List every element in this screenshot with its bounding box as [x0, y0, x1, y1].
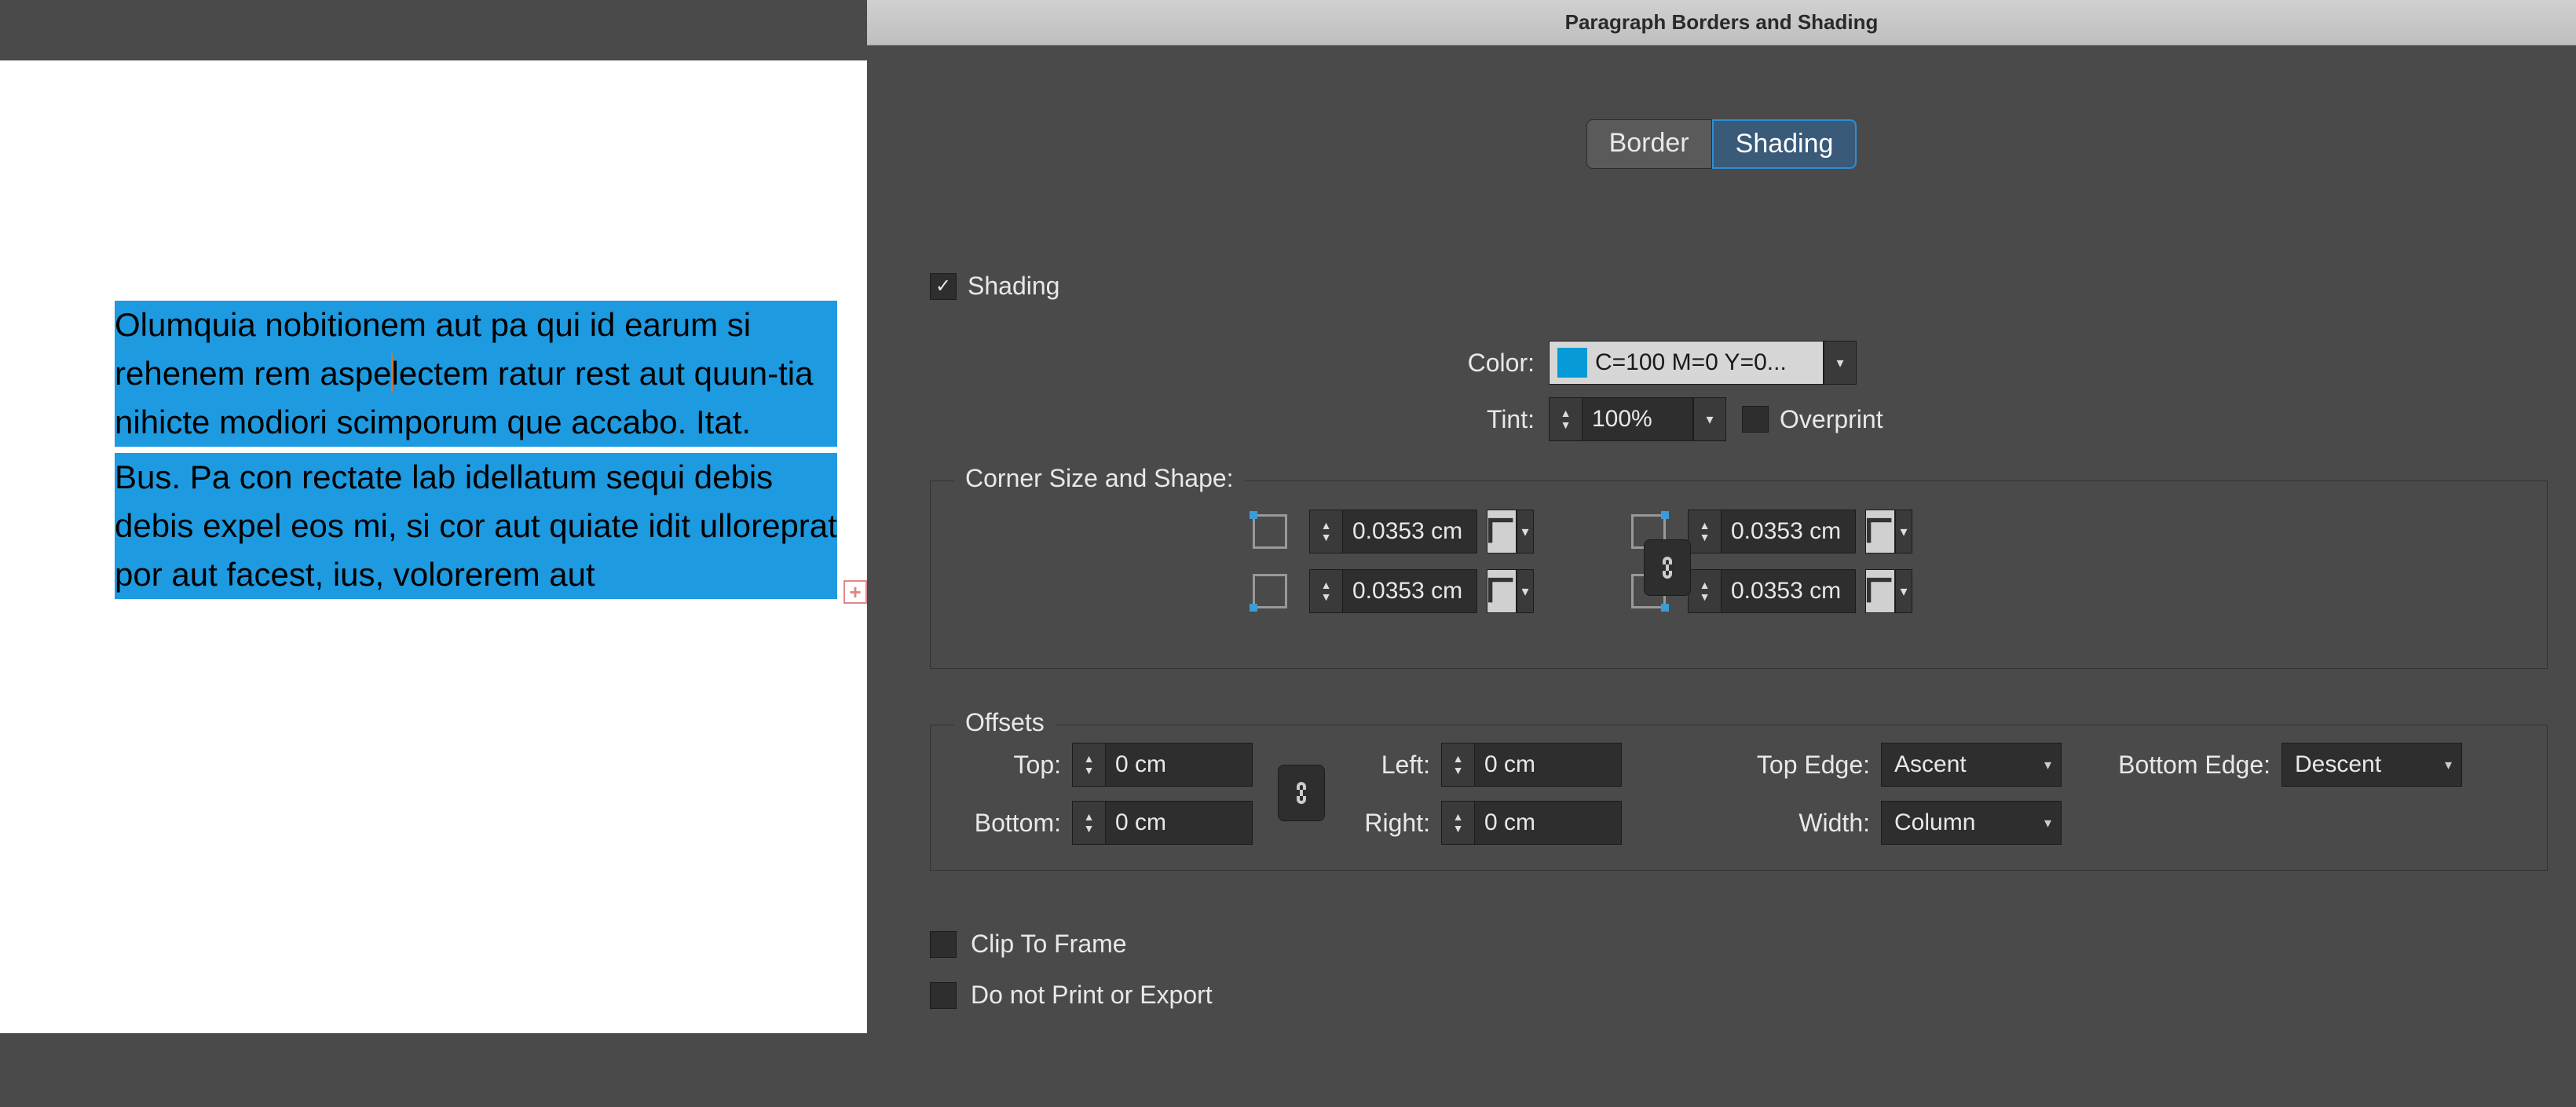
no-print-label: Do not Print or Export: [971, 981, 1213, 1010]
corner-link-toggle[interactable]: [1644, 539, 1691, 596]
width-label: Width:: [1716, 809, 1881, 838]
corner-bl-shape-dropdown[interactable]: ▾: [1517, 569, 1534, 613]
offset-link-toggle[interactable]: [1278, 765, 1325, 821]
clip-to-frame-label: Clip To Frame: [971, 930, 1127, 959]
offset-right-field[interactable]: ▲▼: [1441, 801, 1622, 845]
offset-top-label: Top:: [946, 751, 1072, 780]
dialog-titlebar[interactable]: Paragraph Borders and Shading: [867, 0, 2576, 46]
paragraph-borders-dialog: Paragraph Borders and Shading Border Sha…: [867, 0, 2576, 1033]
corner-bl-field[interactable]: ▲▼: [1309, 569, 1477, 613]
corner-br-stepper[interactable]: ▲▼: [1689, 570, 1722, 612]
top-edge-label: Top Edge:: [1716, 751, 1881, 780]
corner-br-input[interactable]: [1722, 570, 1855, 612]
corner-tl-shape-dropdown[interactable]: ▾: [1517, 510, 1534, 554]
overset-indicator[interactable]: +: [843, 580, 867, 604]
color-select[interactable]: C=100 M=0 Y=0...: [1549, 341, 1824, 385]
corner-br-shape-dropdown[interactable]: ▾: [1895, 569, 1912, 613]
corner-bl-input[interactable]: [1343, 570, 1476, 612]
chevron-down-icon: ▾: [2044, 757, 2051, 773]
corner-tr-shape[interactable]: [1865, 510, 1895, 554]
offset-top-stepper[interactable]: ▲▼: [1073, 743, 1106, 786]
width-value: Column: [1894, 809, 1975, 836]
tab-border[interactable]: Border: [1586, 119, 1712, 169]
tab-shading[interactable]: Shading: [1712, 119, 1857, 169]
shading-checkbox-label: Shading: [968, 272, 1059, 301]
corner-tr-input[interactable]: [1722, 510, 1855, 553]
paragraph-2[interactable]: Bus. Pa con rectate lab idellatum sequi …: [115, 453, 837, 599]
offsets-groupbox: Offsets Top: ▲▼ Left: ▲▼ Top Edge: Ascen…: [930, 725, 2548, 871]
corner-tl-icon: [1253, 514, 1287, 549]
offset-left-label: Left:: [1315, 751, 1441, 780]
color-label: Color:: [1448, 349, 1535, 378]
tint-label: Tint:: [1448, 405, 1535, 434]
tint-field[interactable]: ▲▼: [1549, 397, 1693, 441]
offset-bottom-field[interactable]: ▲▼: [1072, 801, 1253, 845]
top-edge-value: Ascent: [1894, 751, 1967, 778]
document-page: Olumquia nobitionem aut pa qui id earum …: [0, 60, 867, 1033]
corner-bl-icon: [1253, 574, 1287, 608]
paragraph-1[interactable]: Olumquia nobitionem aut pa qui id earum …: [115, 301, 837, 447]
dialog-title: Paragraph Borders and Shading: [1565, 10, 1879, 35]
offset-bottom-input[interactable]: [1106, 802, 1216, 844]
offset-left-field[interactable]: ▲▼: [1441, 743, 1622, 787]
corner-br-shape[interactable]: [1865, 569, 1895, 613]
corner-tl-field[interactable]: ▲▼: [1309, 510, 1477, 554]
color-swatch-icon: [1557, 348, 1587, 378]
corner-legend: Corner Size and Shape:: [954, 464, 1245, 493]
bottom-edge-label: Bottom Edge:: [2077, 751, 2281, 780]
bottom-options: Clip To Frame Do not Print or Export: [930, 930, 1213, 1010]
offset-right-stepper[interactable]: ▲▼: [1442, 802, 1475, 844]
clip-to-frame-checkbox[interactable]: [930, 931, 957, 958]
offset-right-label: Right:: [1315, 809, 1441, 838]
corner-tr-shape-dropdown[interactable]: ▾: [1895, 510, 1912, 554]
tint-dropdown[interactable]: ▾: [1693, 397, 1726, 441]
corner-groupbox: Corner Size and Shape: ▲▼ ▾: [930, 480, 2548, 669]
offset-top-field[interactable]: ▲▼: [1072, 743, 1253, 787]
color-row: Color: C=100 M=0 Y=0... ▾: [1448, 341, 1857, 385]
offset-bottom-label: Bottom:: [946, 809, 1072, 838]
text-frame[interactable]: Olumquia nobitionem aut pa qui id earum …: [115, 301, 837, 599]
corner-tl-input[interactable]: [1343, 510, 1476, 553]
corner-br-field[interactable]: ▲▼: [1688, 569, 1856, 613]
corner-tr-stepper[interactable]: ▲▼: [1689, 510, 1722, 553]
tab-bar: Border Shading: [867, 119, 2576, 169]
offset-right-input[interactable]: [1475, 802, 1585, 844]
color-value: C=100 M=0 Y=0...: [1595, 349, 1787, 376]
offset-bottom-stepper[interactable]: ▲▼: [1073, 802, 1106, 844]
corner-bl-shape[interactable]: [1487, 569, 1517, 613]
corner-tl-stepper[interactable]: ▲▼: [1310, 510, 1343, 553]
tint-stepper[interactable]: ▲▼: [1550, 398, 1583, 440]
shading-enable-row: Shading: [930, 272, 1059, 301]
top-edge-select[interactable]: Ascent ▾: [1881, 743, 2062, 787]
no-print-checkbox[interactable]: [930, 982, 957, 1009]
color-dropdown[interactable]: ▾: [1824, 341, 1857, 385]
overprint-checkbox[interactable]: [1742, 406, 1769, 433]
corner-tl-shape[interactable]: [1487, 510, 1517, 554]
corner-bl-stepper[interactable]: ▲▼: [1310, 570, 1343, 612]
chevron-down-icon: ▾: [2445, 757, 2452, 773]
offset-left-stepper[interactable]: ▲▼: [1442, 743, 1475, 786]
shading-checkbox[interactable]: [930, 273, 957, 300]
tint-row: Tint: ▲▼ ▾ Overprint: [1448, 397, 1883, 441]
offsets-legend: Offsets: [954, 708, 1056, 737]
bottom-edge-select[interactable]: Descent ▾: [2281, 743, 2462, 787]
offset-left-input[interactable]: [1475, 743, 1585, 786]
overprint-label: Overprint: [1780, 405, 1883, 434]
offset-top-input[interactable]: [1106, 743, 1216, 786]
bottom-edge-value: Descent: [2295, 751, 2381, 778]
chevron-down-icon: ▾: [2044, 815, 2051, 831]
width-select[interactable]: Column ▾: [1881, 801, 2062, 845]
tint-input[interactable]: [1583, 398, 1692, 440]
corner-tr-field[interactable]: ▲▼: [1688, 510, 1856, 554]
